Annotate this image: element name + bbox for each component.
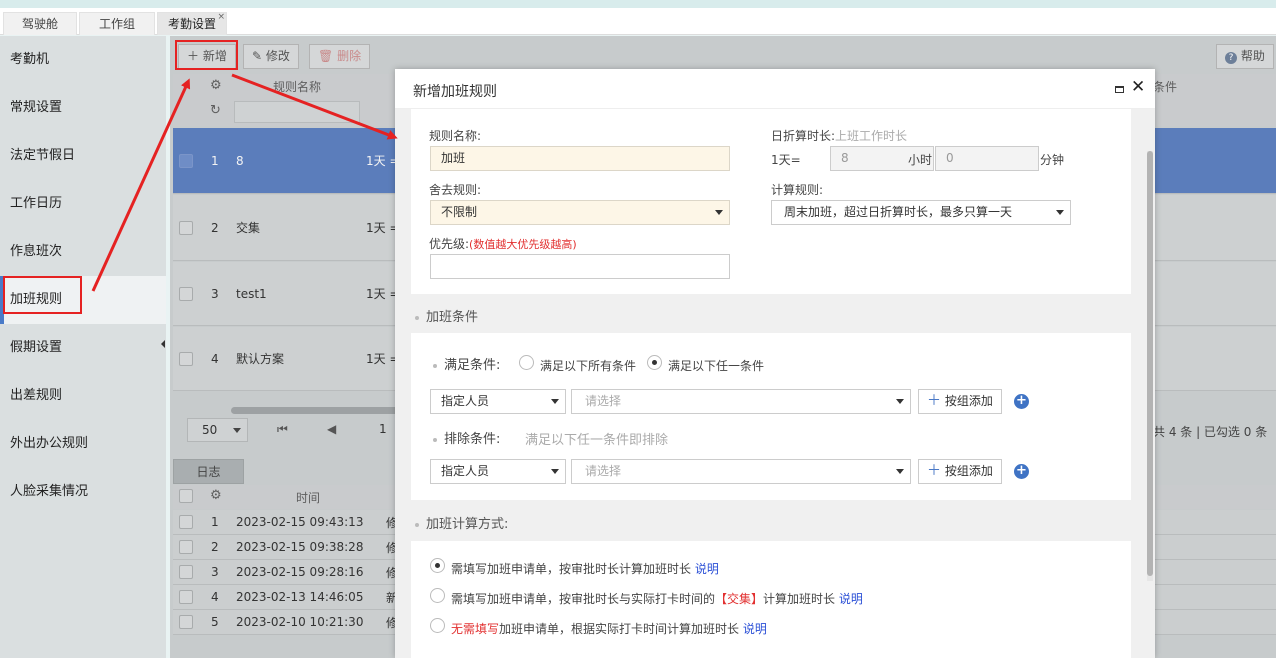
annotation-arrows	[91, 73, 398, 292]
arrow-add-to-dialog	[231, 73, 398, 140]
arrow-sidebar-to-add	[91, 78, 191, 292]
